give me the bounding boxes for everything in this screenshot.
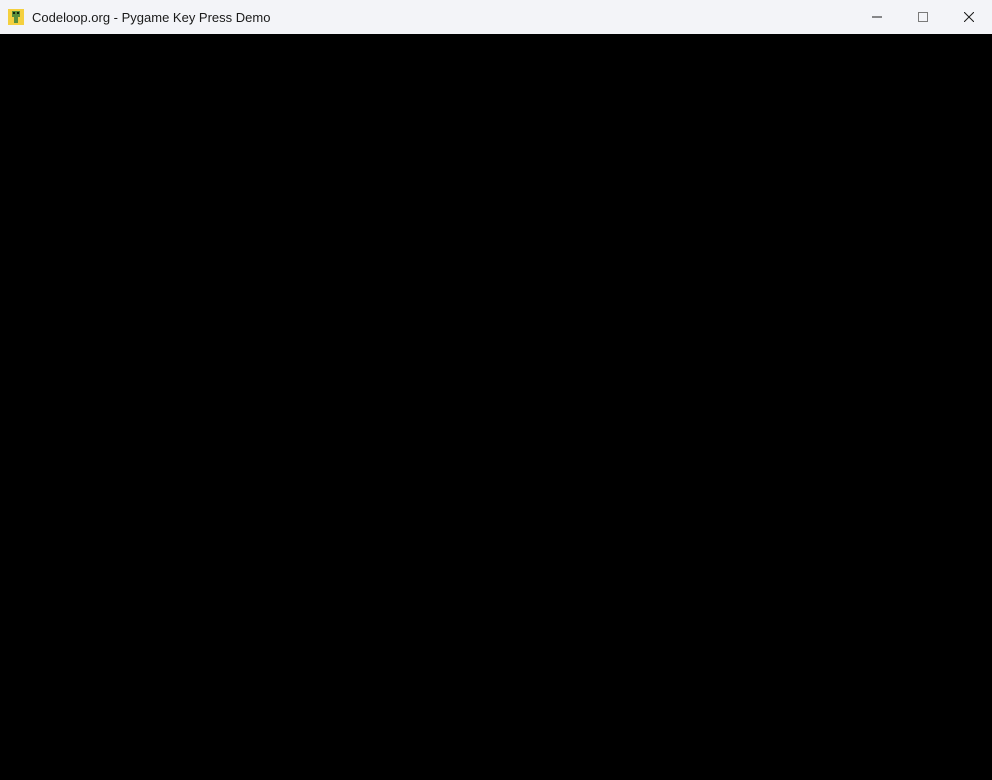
pygame-client-area[interactable] [0,34,992,780]
application-window: Codeloop.org - Pygame Key Press Demo [0,0,992,780]
minimize-icon [872,12,882,22]
close-icon [964,12,974,22]
close-button[interactable] [946,0,992,34]
maximize-icon [918,12,928,22]
minimize-button[interactable] [854,0,900,34]
titlebar[interactable]: Codeloop.org - Pygame Key Press Demo [0,0,992,34]
maximize-button[interactable] [900,0,946,34]
pygame-snake-icon [8,9,24,25]
window-title: Codeloop.org - Pygame Key Press Demo [32,10,270,25]
window-controls [854,0,992,34]
